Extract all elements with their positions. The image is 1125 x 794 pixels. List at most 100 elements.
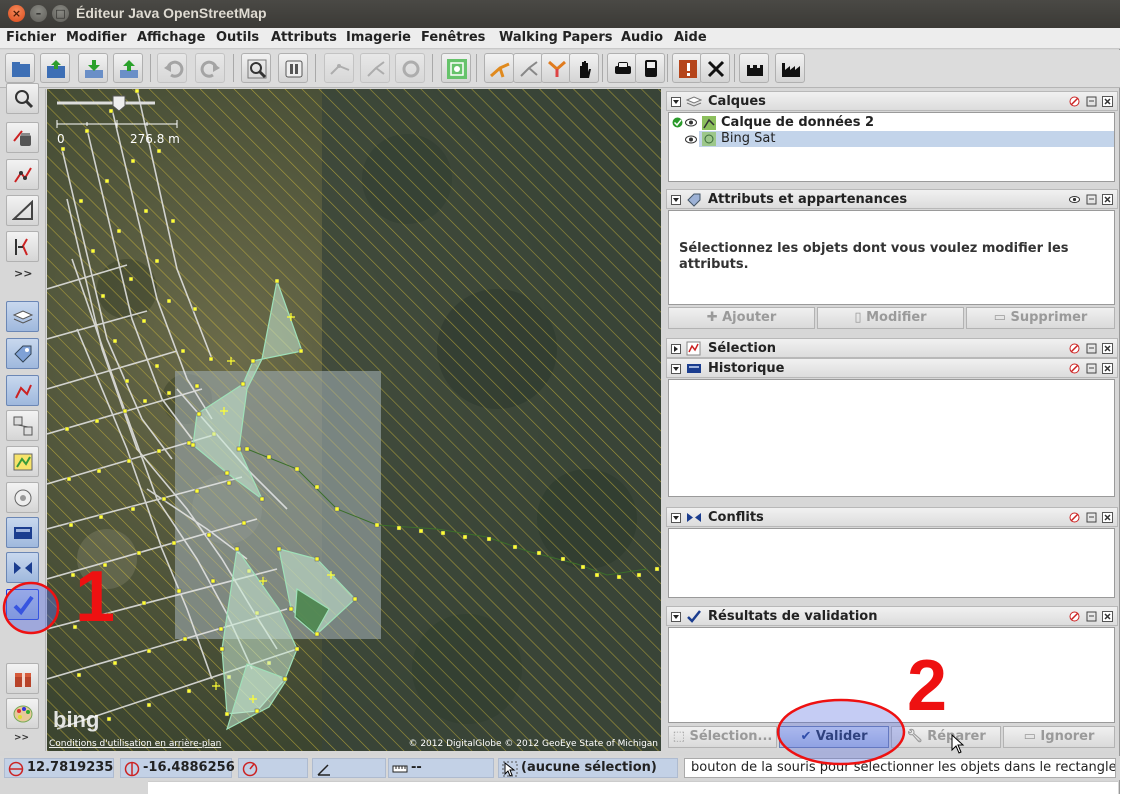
edit-tag-button[interactable]: ▯ Modifier: [817, 307, 964, 329]
menu-imagerie[interactable]: Imagerie: [346, 30, 411, 45]
delete-tag-button[interactable]: ▭ Supprimer: [966, 307, 1115, 329]
menu-audio[interactable]: Audio: [621, 30, 663, 45]
undock-icon[interactable]: [1086, 363, 1097, 374]
map-view[interactable]: bing Conditions d'utilisation en arrière…: [47, 89, 661, 751]
close-icon[interactable]: [1102, 194, 1113, 205]
folder-download-icon: [47, 60, 65, 78]
close-icon[interactable]: [1102, 96, 1113, 107]
close-icon[interactable]: [1102, 611, 1113, 622]
undock-icon[interactable]: [1086, 96, 1097, 107]
preset-castle-button[interactable]: [739, 53, 769, 83]
ignore-button[interactable]: ▭ Ignorer: [1003, 726, 1115, 748]
zoom-icon: [247, 59, 267, 79]
preferences-button[interactable]: [278, 53, 308, 83]
preset-car-button[interactable]: [607, 53, 637, 83]
pan-hand-button[interactable]: [569, 53, 599, 83]
redo-button[interactable]: [195, 53, 225, 83]
add-tag-button[interactable]: ✚ Ajouter: [668, 307, 815, 329]
more-tools-arrow[interactable]: >>: [14, 267, 32, 280]
open-location-button[interactable]: [40, 53, 70, 83]
undock-icon[interactable]: [1086, 343, 1097, 354]
minimize-window-button[interactable]: –: [30, 5, 47, 22]
measure-mode-button[interactable]: [6, 195, 39, 226]
close-icon[interactable]: [1102, 343, 1113, 354]
validation-select-button[interactable]: ⬚ Sélection...: [668, 726, 777, 748]
menu-fichier[interactable]: Fichier: [6, 30, 56, 45]
split-mode-button[interactable]: [6, 231, 39, 262]
validate-button[interactable]: ✔ Valider: [779, 726, 889, 748]
sticky-icon[interactable]: [1069, 343, 1080, 354]
toggle-selection-dialog[interactable]: [6, 375, 39, 406]
collapse-toggle[interactable]: [671, 364, 681, 374]
undo-button[interactable]: [157, 53, 187, 83]
split-way-button[interactable]: [324, 53, 354, 83]
toggle-style-dialog[interactable]: [6, 698, 39, 729]
toggle-validation-dialog[interactable]: [6, 589, 39, 620]
close-window-button[interactable]: ×: [8, 5, 25, 22]
eye-icon[interactable]: [1069, 194, 1080, 205]
zoom-to-data-button[interactable]: [241, 53, 271, 83]
collapse-toggle[interactable]: [671, 195, 681, 205]
menu-attributs[interactable]: Attributs: [271, 30, 337, 45]
toggle-layers-dialog[interactable]: [6, 301, 39, 332]
reverse-way-button[interactable]: [395, 53, 425, 83]
history-dialog-header[interactable]: Historique: [666, 358, 1118, 378]
join-node-button[interactable]: [541, 53, 571, 83]
preset-industrial-button[interactable]: [775, 53, 805, 83]
preset-bus-button[interactable]: [635, 53, 665, 83]
selection-dialog-header[interactable]: Sélection: [666, 338, 1118, 358]
merge-nodes-button[interactable]: [513, 53, 543, 83]
toggle-attributes-dialog[interactable]: [6, 338, 39, 369]
sticky-icon[interactable]: [1069, 363, 1080, 374]
close-icon[interactable]: [1102, 512, 1113, 523]
zoom-mode-button[interactable]: [6, 83, 39, 114]
undock-icon[interactable]: [1086, 611, 1097, 622]
menu-outils[interactable]: Outils: [216, 30, 259, 45]
toggle-changesets-dialog[interactable]: [6, 663, 39, 694]
sticky-icon[interactable]: [1069, 611, 1080, 622]
collapse-toggle[interactable]: [671, 97, 681, 107]
open-file-button[interactable]: [5, 53, 35, 83]
combine-way-button[interactable]: [360, 53, 390, 83]
visible-eye-icon[interactable]: [685, 118, 697, 127]
menu-affichage[interactable]: Affichage: [137, 30, 205, 45]
download-button[interactable]: [78, 53, 108, 83]
collapse-toggle[interactable]: [671, 513, 681, 523]
latitude-value: 12.7819235: [27, 760, 114, 775]
menu-walking-papers[interactable]: Walking Papers: [499, 30, 613, 45]
menu-aide[interactable]: Aide: [674, 30, 707, 45]
toggle-history-dialog[interactable]: [6, 517, 39, 548]
attributes-dialog-header[interactable]: Attributs et appartenances: [666, 189, 1118, 209]
toggle-conflicts-dialog[interactable]: [6, 552, 39, 583]
delete-mode-button[interactable]: [6, 122, 39, 153]
conflicts-dialog-header[interactable]: Conflits: [666, 507, 1118, 527]
validation-dialog-header[interactable]: Résultats de validation: [666, 606, 1118, 626]
orthogonalize-button[interactable]: [441, 53, 471, 83]
toggle-map-paint-dialog[interactable]: [6, 482, 39, 513]
toggle-relations-dialog[interactable]: [6, 410, 39, 441]
sticky-icon[interactable]: [1069, 512, 1080, 523]
undock-icon[interactable]: [1086, 194, 1097, 205]
expand-toggle[interactable]: [671, 344, 681, 354]
draw-mode-button[interactable]: [6, 159, 39, 190]
menu-modifier[interactable]: Modifier: [66, 30, 127, 45]
terms-link[interactable]: Conditions d'utilisation en arrière-plan: [49, 738, 221, 749]
collapse-toggle[interactable]: [671, 612, 681, 622]
layer-row-data[interactable]: Calque de données 2: [669, 115, 1114, 131]
toggle-filter-dialog[interactable]: [6, 446, 39, 477]
maximize-window-button[interactable]: □: [52, 5, 69, 22]
undock-icon[interactable]: [1086, 512, 1097, 523]
fix-button[interactable]: 🔧︎ Réparer: [891, 726, 1001, 748]
preset-danger-button[interactable]: [672, 53, 702, 83]
layer-row-bing[interactable]: Bing Sat: [699, 131, 1114, 147]
layers-dialog-header[interactable]: Calques: [666, 91, 1118, 111]
menu-fenetres[interactable]: Fenêtres: [421, 30, 485, 45]
sticky-icon[interactable]: [1069, 96, 1080, 107]
map-canvas[interactable]: bing Conditions d'utilisation en arrière…: [47, 89, 661, 751]
visible-eye-icon[interactable]: [685, 135, 697, 144]
unglue-button[interactable]: [484, 53, 514, 83]
upload-button[interactable]: [113, 53, 143, 83]
close-icon[interactable]: [1102, 363, 1113, 374]
preset-tools-button[interactable]: [700, 53, 730, 83]
more-dialogs-arrow[interactable]: >>: [14, 733, 29, 743]
